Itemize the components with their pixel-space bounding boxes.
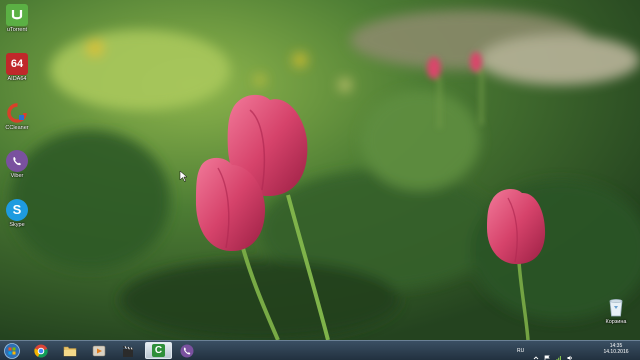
taskbar: C RU 14:35 14.10.2016 (0, 340, 640, 360)
desktop-icon-label: AIDA64 (7, 76, 27, 82)
chrome-icon (34, 344, 48, 357)
skype-icon: S (6, 199, 28, 221)
wallpaper-tulips (0, 0, 640, 340)
file-explorer-icon (63, 346, 77, 356)
show-hidden-icons-icon[interactable] (533, 348, 539, 360)
start-button[interactable] (2, 342, 22, 359)
desktop-icon-aida64[interactable]: 64 AIDA64 (0, 53, 34, 82)
desktop-icon-viber[interactable]: Viber (0, 150, 34, 179)
viber-icon (180, 344, 194, 357)
viber-icon (6, 150, 28, 172)
desktop-icon-label: Viber (10, 173, 24, 179)
taskbar-file-explorer[interactable] (58, 342, 82, 359)
desktop-icon-skype[interactable]: S Skype (0, 199, 34, 228)
clock[interactable]: 14:35 14.10.2016 (596, 343, 636, 355)
desktop-icon-label: Корзина (605, 319, 627, 325)
action-center-flag-icon[interactable] (544, 348, 550, 360)
utorrent-icon (6, 4, 28, 26)
taskbar-movie-maker[interactable] (116, 342, 140, 359)
clock-date: 14.10.2016 (603, 349, 629, 355)
desktop-icon-ccleaner[interactable]: CCleaner (0, 102, 34, 131)
language-indicator[interactable]: RU (517, 348, 524, 354)
recycle-bin-icon (605, 296, 627, 318)
desktop-icon-label: Skype (9, 222, 25, 228)
desktop-icon-recycle-bin[interactable]: Корзина (599, 296, 633, 325)
windows-start-icon (4, 342, 20, 359)
taskbar-chrome[interactable] (29, 342, 53, 359)
media-player-icon (92, 345, 106, 356)
taskbar-camtasia[interactable]: C (145, 342, 172, 359)
taskbar-media-player[interactable] (87, 342, 111, 359)
taskbar-viber[interactable] (175, 342, 199, 359)
aida64-icon: 64 (6, 53, 28, 75)
desktop-icon-label: uTorrent (6, 27, 28, 33)
desktop-icon-label: CCleaner (5, 125, 29, 131)
movie-maker-icon (123, 345, 133, 357)
volume-icon[interactable] (567, 348, 573, 360)
desktop[interactable]: uTorrent 64 AIDA64 CCleaner Viber S Skyp… (0, 0, 640, 360)
ccleaner-icon (6, 102, 28, 124)
desktop-icon-utorrent[interactable]: uTorrent (0, 4, 34, 33)
network-icon[interactable] (556, 348, 562, 360)
camtasia-icon: C (152, 344, 165, 357)
